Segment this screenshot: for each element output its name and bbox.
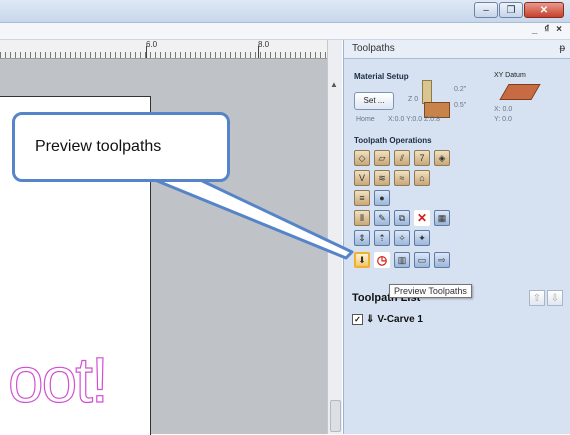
scroll-thumb[interactable] [330, 400, 341, 432]
fluting-toolpath-icon[interactable]: ≋ [374, 170, 390, 186]
vcarve-toolpath-icon[interactable]: V [354, 170, 370, 186]
inlay-toolpath-icon[interactable]: ◈ [434, 150, 450, 166]
ops-row-1: ◇ ▱ ⫽ 7 ◈ [354, 150, 450, 166]
drill-toolpath-icon[interactable]: ⫽ [394, 150, 410, 166]
set-button[interactable]: Set ... [354, 92, 394, 110]
ops-row-5: ⇕ ⇡ ✧ ✦ [354, 230, 430, 246]
toolpath-template-icon[interactable]: ⫴ [354, 210, 370, 226]
ruler-major-tick [258, 46, 259, 58]
z-zero-label: Z 0 [408, 96, 419, 103]
panel-title: Toolpaths [352, 43, 395, 54]
ops-row-2: V ≋ ≈ ⌂ [354, 170, 430, 186]
list-item[interactable]: ✓ ⇓ V-Carve 1 [352, 314, 423, 325]
toolpath-wizard-icon[interactable]: ✧ [394, 230, 410, 246]
simulate-icon[interactable]: ▥ [394, 252, 410, 268]
vertical-scrollbar[interactable]: ▲ [327, 40, 342, 434]
ops-row-3: ≡ ● [354, 190, 390, 206]
ops-row-4: ⫴ ✎ ⧉ ✕ ▦ [354, 210, 450, 226]
list-arrows: ⇧ ⇩ [529, 290, 563, 306]
3d-toolpath-icon[interactable]: ● [374, 190, 390, 206]
datum-x: X: 0.0 [494, 106, 513, 113]
mdi-bar: _ ₫ × [0, 23, 570, 40]
ruler-label-8: 8.0 [258, 40, 270, 49]
quick-engrave-icon[interactable]: 7 [414, 150, 430, 166]
moulding-toolpath-icon[interactable]: ≡ [354, 190, 370, 206]
home-label: Home [356, 116, 375, 123]
minimize-icon[interactable]: – [474, 2, 498, 18]
ops-row-6: ⬇ ◷ ▥ ▭ ⇨ [354, 252, 450, 268]
z-thickness-value: 0.5" [454, 102, 467, 109]
edit-toolpath-icon[interactable]: ✎ [374, 210, 390, 226]
profile-toolpath-icon[interactable]: ◇ [354, 150, 370, 166]
ruler-label-6: 6.0 [146, 40, 158, 49]
toolpath-item-label: V-Carve 1 [377, 314, 423, 325]
z-top-value: 0.2" [454, 86, 467, 93]
move-up-icon[interactable]: ⇧ [529, 290, 545, 306]
toolpath-order-icon[interactable]: ⇡ [374, 230, 390, 246]
restore-icon[interactable]: ❐ [499, 2, 523, 18]
merge-toolpath-icon[interactable]: ⇕ [354, 230, 370, 246]
delete-toolpath-icon[interactable]: ✕ [414, 210, 430, 226]
horizontal-ruler: 6.0 8.0 [0, 40, 330, 59]
callout-text: Preview toolpaths [35, 138, 162, 155]
toolpath-operations-title: Toolpath Operations [354, 136, 432, 145]
export-icon[interactable]: ⇨ [434, 252, 450, 268]
copy-toolpath-icon[interactable]: ⧉ [394, 210, 410, 226]
xy-datum-icon[interactable] [499, 84, 541, 100]
toolpaths-panel: Toolpaths ᵽ Material Setup Set ... Z 0 0… [343, 40, 570, 434]
window-controls: – ❐ ✕ [474, 2, 564, 18]
material-setup-title: Material Setup [354, 72, 409, 81]
xy-datum-title: XY Datum [494, 72, 526, 79]
datum-y: Y: 0.0 [494, 116, 512, 123]
ruler-ticks [0, 52, 330, 58]
toolpath-icon: ⇓ [366, 314, 375, 325]
toolpath-checkbox[interactable]: ✓ [352, 314, 363, 325]
timer-icon[interactable]: ◷ [374, 252, 390, 268]
prism-toolpath-icon[interactable]: ⌂ [414, 170, 430, 186]
texture-toolpath-icon[interactable]: ≈ [394, 170, 410, 186]
home-coords: X:0.0 Y:0.0 Z:0.8 [388, 116, 441, 123]
mdi-controls[interactable]: _ ₫ × [532, 24, 564, 35]
toolpath-fx-icon[interactable]: ✦ [414, 230, 430, 246]
ruler-major-tick [146, 46, 147, 58]
window-titlebar: – ❐ ✕ [0, 0, 570, 23]
pocket-toolpath-icon[interactable]: ▱ [374, 150, 390, 166]
close-icon[interactable]: ✕ [524, 2, 564, 18]
canvas-area[interactable]: 6.0 8.0 oot! ▲ [0, 40, 342, 435]
panel-header: Toolpaths ᵽ [344, 40, 570, 59]
move-down-icon[interactable]: ⇩ [547, 290, 563, 306]
callout-box: Preview toolpaths [12, 112, 230, 182]
spindle-icon [422, 80, 432, 104]
scroll-up-icon[interactable]: ▲ [330, 80, 338, 89]
pin-icon[interactable]: ᵽ [559, 40, 565, 58]
calculator-icon[interactable]: ▦ [434, 210, 450, 226]
tooltip: Preview Toolpaths [389, 284, 472, 298]
preview-toolpaths-icon[interactable]: ⬇ [354, 252, 370, 268]
carved-text: oot! [7, 343, 109, 416]
save-toolpath-icon[interactable]: ▭ [414, 252, 430, 268]
